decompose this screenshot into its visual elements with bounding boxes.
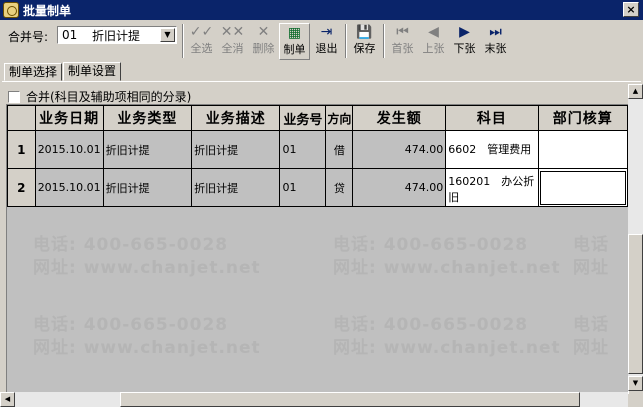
scroll-down-icon[interactable]: ▼ bbox=[628, 376, 643, 391]
table-header-row: 业务日期 业务类型 业务描述 业务号 方向 发生额 科目 部门核算 bbox=[7, 105, 628, 131]
cell-date: 2015.10.01 bbox=[34, 130, 104, 169]
previous-page-button[interactable]: ◀ 上张 bbox=[418, 23, 449, 60]
watermark-site: 网址: www.chanjet.net bbox=[333, 258, 561, 278]
merge-option[interactable]: 合并(科目及辅助项相同的分录) bbox=[8, 88, 191, 105]
tab-strip: 制单选择 制单设置 bbox=[4, 62, 122, 81]
cell-amount: 474.00 bbox=[352, 168, 447, 207]
department-input[interactable] bbox=[539, 170, 626, 205]
settings-panel: 合并(科目及辅助项相同的分录) 电话: 400-665-0028 网址: www… bbox=[2, 81, 641, 407]
voucher-grid: 电话: 400-665-0028 网址: www.chanjet.net 电话:… bbox=[6, 104, 629, 394]
table-row[interactable]: 1 2015.10.01 折旧计提 折旧计提 01 借 474.00 6602 … bbox=[7, 130, 628, 169]
column-header-desc[interactable]: 业务描述 bbox=[191, 105, 281, 131]
merge-option-label: 合并(科目及辅助项相同的分录) bbox=[26, 90, 192, 104]
merge-number-select[interactable]: 01 折旧计提 ▼ bbox=[57, 26, 177, 44]
watermark-site: 网址: www.chanjet.net bbox=[333, 338, 561, 358]
last-page-icon: ⏭ bbox=[489, 24, 502, 40]
delete-icon: ✕ bbox=[257, 24, 270, 40]
scroll-left-icon[interactable]: ◀ bbox=[0, 392, 15, 407]
column-header-amount[interactable]: 发生额 bbox=[352, 105, 447, 131]
column-header-direction[interactable]: 方向 bbox=[325, 105, 354, 131]
vertical-scrollbar[interactable]: ▲ ▼ bbox=[628, 84, 643, 391]
exit-door-icon: ⇥ bbox=[320, 24, 333, 40]
next-page-button[interactable]: ▶ 下张 bbox=[449, 23, 480, 60]
table-row[interactable]: 2 2015.10.01 折旧计提 折旧计提 01 贷 474.00 16020… bbox=[7, 168, 628, 207]
column-header-subject[interactable]: 科目 bbox=[445, 105, 539, 131]
horizontal-scrollbar[interactable]: ◀ bbox=[0, 392, 628, 407]
deselect-all-button[interactable]: ✕✕ 全消 bbox=[217, 23, 248, 60]
merge-code: 01 bbox=[62, 28, 78, 42]
horizontal-scroll-thumb[interactable] bbox=[120, 392, 580, 407]
cell-department[interactable] bbox=[537, 130, 628, 169]
delete-button[interactable]: ✕ 删除 bbox=[248, 23, 279, 60]
dropdown-arrow-icon[interactable]: ▼ bbox=[160, 28, 175, 42]
first-page-icon: ⏮ bbox=[396, 24, 409, 40]
watermark-phone-partial: 电话 bbox=[573, 235, 609, 255]
watermark-phone-partial: 电话 bbox=[573, 315, 609, 335]
tab-voucher-selection[interactable]: 制单选择 bbox=[4, 63, 63, 81]
voucher-table: 业务日期 业务类型 业务描述 业务号 方向 发生额 科目 部门核算 1 2015… bbox=[7, 105, 628, 207]
merge-number-label: 合并号: bbox=[8, 30, 49, 44]
cell-subject[interactable]: 6602 管理费用 bbox=[445, 130, 539, 169]
cell-desc: 折旧计提 bbox=[191, 130, 281, 169]
app-icon bbox=[3, 2, 19, 18]
last-page-button[interactable]: ⏭ 末张 bbox=[480, 23, 511, 60]
toolbar-separator bbox=[345, 24, 347, 58]
cell-direction: 借 bbox=[325, 130, 354, 169]
voucher-icon: ▦ bbox=[287, 25, 302, 41]
merge-checkbox[interactable] bbox=[8, 90, 20, 103]
cell-amount: 474.00 bbox=[352, 130, 447, 169]
watermark-phone: 电话: 400-665-0028 bbox=[33, 315, 229, 335]
cell-number: 01 bbox=[279, 168, 327, 207]
column-header-type[interactable]: 业务类型 bbox=[102, 105, 193, 131]
cell-direction: 贷 bbox=[325, 168, 354, 207]
cell-type: 折旧计提 bbox=[102, 130, 193, 169]
title-bar: 批量制单 × bbox=[0, 0, 643, 20]
row-header-corner bbox=[7, 105, 36, 131]
watermark-site: 网址: www.chanjet.net bbox=[33, 338, 261, 358]
toolbar-separator bbox=[182, 24, 184, 58]
make-voucher-button[interactable]: ▦ 制单 bbox=[279, 23, 310, 60]
next-page-icon: ▶ bbox=[459, 24, 470, 40]
toolbar: 合并号: 01 折旧计提 ▼ ✓✓ 全选 ✕✕ 全消 ✕ 删除 ▦ 制单 ⇥ 退… bbox=[0, 20, 643, 62]
select-all-icon: ✓✓ bbox=[189, 24, 214, 40]
save-button[interactable]: 💾 保存 bbox=[349, 23, 380, 60]
cell-type: 折旧计提 bbox=[102, 168, 193, 207]
window-title: 批量制单 bbox=[23, 3, 72, 18]
watermark-phone: 电话: 400-665-0028 bbox=[33, 235, 229, 255]
watermark-phone: 电话: 400-665-0028 bbox=[333, 315, 529, 335]
watermark-phone: 电话: 400-665-0028 bbox=[333, 235, 529, 255]
previous-page-icon: ◀ bbox=[428, 24, 439, 40]
watermark-site-partial: 网址 bbox=[573, 258, 609, 278]
cell-department-editing[interactable] bbox=[537, 168, 628, 207]
watermark-site-partial: 网址 bbox=[573, 338, 609, 358]
cell-date: 2015.10.01 bbox=[34, 168, 104, 207]
row-number[interactable]: 2 bbox=[7, 168, 36, 207]
exit-button[interactable]: ⇥ 退出 bbox=[311, 23, 342, 60]
select-all-button[interactable]: ✓✓ 全选 bbox=[186, 23, 217, 60]
toolbar-separator bbox=[383, 24, 385, 58]
column-header-date[interactable]: 业务日期 bbox=[34, 105, 104, 131]
merge-name: 折旧计提 bbox=[92, 28, 141, 43]
deselect-all-icon: ✕✕ bbox=[220, 24, 245, 40]
column-header-department[interactable]: 部门核算 bbox=[537, 105, 628, 131]
row-number[interactable]: 1 bbox=[7, 130, 36, 169]
floppy-disk-icon: 💾 bbox=[356, 25, 373, 40]
vertical-scroll-thumb[interactable] bbox=[628, 234, 643, 374]
tab-voucher-settings[interactable]: 制单设置 bbox=[63, 62, 122, 81]
cell-number: 01 bbox=[279, 130, 327, 169]
column-header-number[interactable]: 业务号 bbox=[279, 105, 327, 131]
watermark-site: 网址: www.chanjet.net bbox=[33, 258, 261, 278]
first-page-button[interactable]: ⏮ 首张 bbox=[387, 23, 418, 60]
scroll-up-icon[interactable]: ▲ bbox=[628, 84, 643, 99]
close-button[interactable]: × bbox=[623, 2, 639, 17]
cell-desc: 折旧计提 bbox=[191, 168, 281, 207]
cell-subject[interactable]: 160201 办公折旧 bbox=[445, 168, 539, 207]
